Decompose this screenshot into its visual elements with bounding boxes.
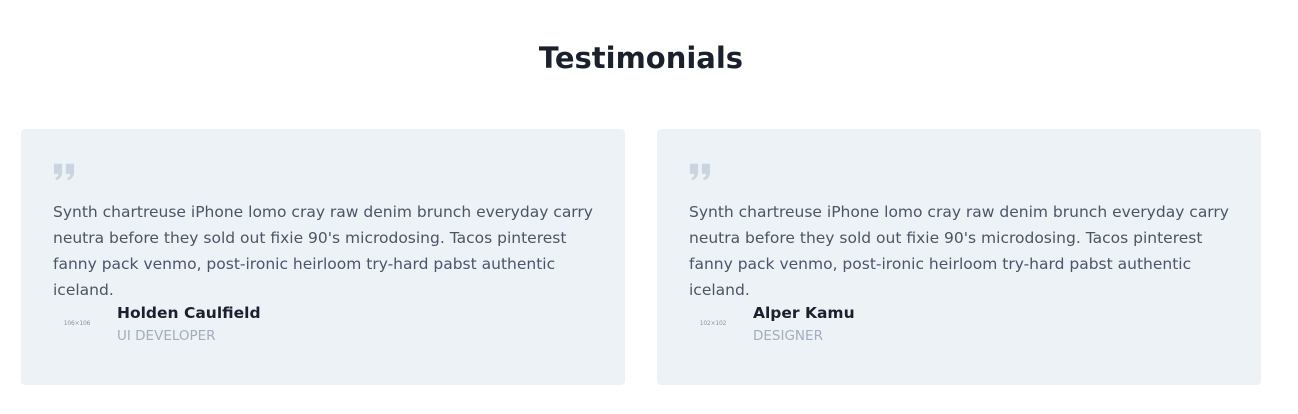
section-title: Testimonials <box>538 41 744 75</box>
avatar: 106×106 <box>63 319 91 327</box>
author-role: DESIGNER <box>753 328 823 344</box>
author-name: Alper Kamu <box>753 304 855 322</box>
avatar: 102×102 <box>699 319 727 327</box>
quote-icon <box>53 163 75 181</box>
author-name: Holden Caulfield <box>117 304 261 322</box>
testimonial-card: Synth chartreuse iPhone lomo cray raw de… <box>657 129 1261 385</box>
author-role: UI DEVELOPER <box>117 328 216 344</box>
testimonial-card: Synth chartreuse iPhone lomo cray raw de… <box>21 129 625 385</box>
testimonial-quote: Synth chartreuse iPhone lomo cray raw de… <box>53 203 593 299</box>
testimonial-quote: Synth chartreuse iPhone lomo cray raw de… <box>689 203 1229 299</box>
quote-icon <box>689 163 711 181</box>
